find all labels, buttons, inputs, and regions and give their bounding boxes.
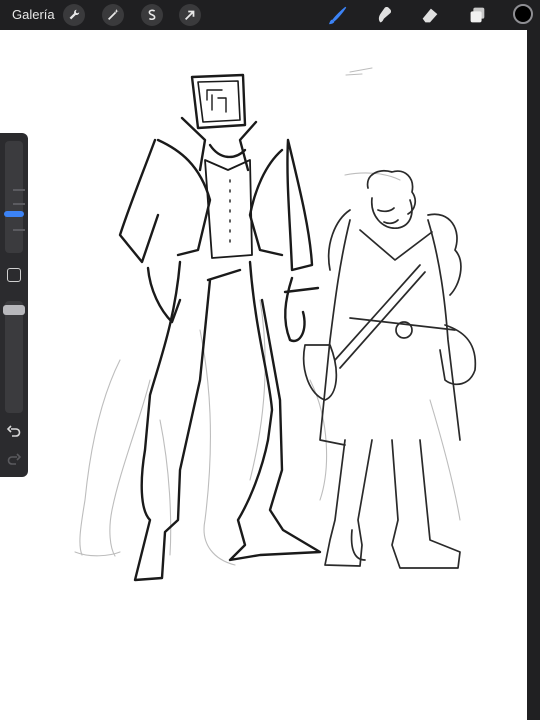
gallery-button[interactable]: Galería (12, 7, 55, 22)
size-tick (13, 189, 25, 191)
selection-s-icon[interactable] (141, 4, 163, 26)
layers-icon[interactable] (465, 3, 489, 27)
color-swatch[interactable] (513, 4, 533, 24)
modify-square-icon[interactable] (7, 268, 21, 282)
opacity-slider[interactable] (5, 301, 23, 413)
eraser-icon[interactable] (418, 3, 442, 27)
brush-size-knob[interactable] (4, 211, 24, 217)
brush-size-slider[interactable] (5, 141, 25, 253)
wrench-icon[interactable] (63, 4, 85, 26)
transform-arrow-icon[interactable] (179, 4, 201, 26)
smudge-icon[interactable] (371, 3, 395, 27)
brush-sidebar (0, 133, 28, 477)
size-tick (13, 229, 25, 231)
sketch-artwork (74, 67, 477, 582)
brush-icon[interactable] (326, 3, 350, 27)
top-toolbar: Galería (0, 0, 540, 30)
opacity-knob[interactable] (3, 305, 25, 315)
canvas-edge (527, 30, 540, 720)
undo-icon[interactable] (6, 424, 22, 440)
magic-wand-icon[interactable] (102, 4, 124, 26)
size-tick (13, 203, 25, 205)
redo-icon[interactable] (6, 452, 22, 468)
